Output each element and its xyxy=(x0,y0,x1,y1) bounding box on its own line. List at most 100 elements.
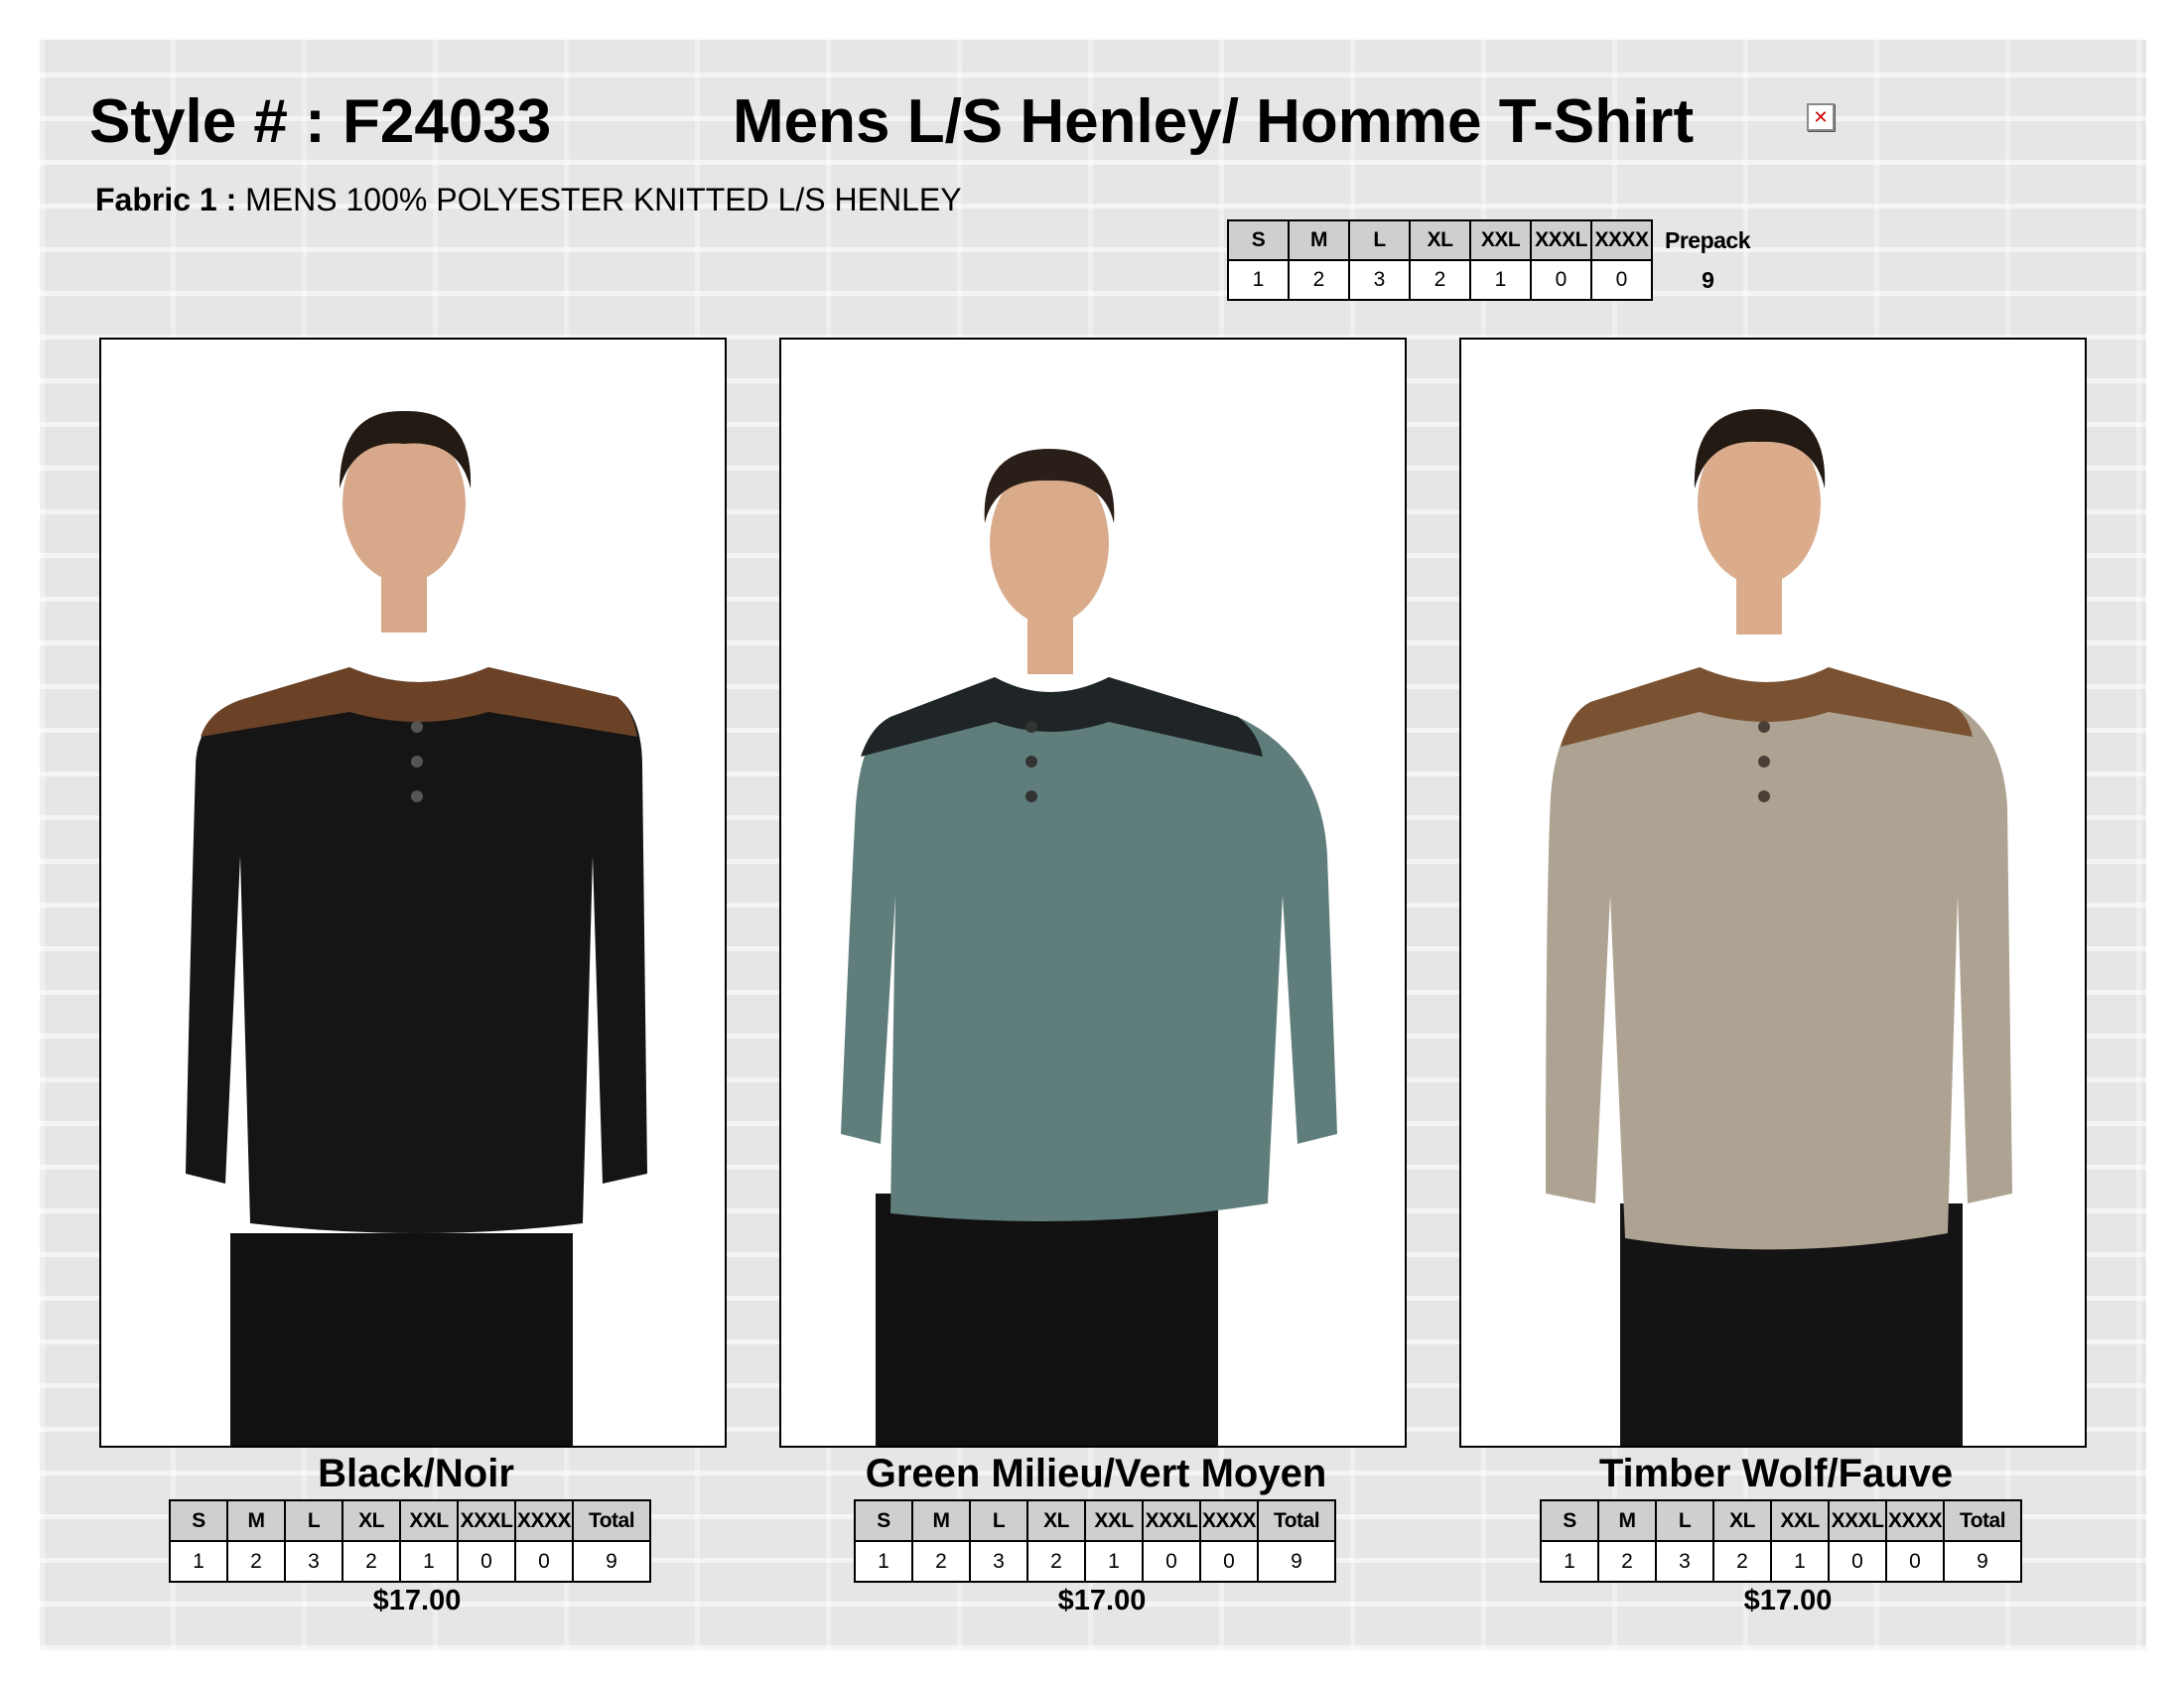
size-quantity: 2 xyxy=(226,1540,286,1583)
size-header: S xyxy=(1227,219,1290,261)
size-quantity: 2 xyxy=(341,1540,401,1583)
price: $17.00 xyxy=(1743,1585,1833,1617)
pants xyxy=(876,1194,1218,1446)
size-header: XXXL xyxy=(1530,219,1592,261)
model-illustration xyxy=(1546,409,2012,1446)
size-header: XXL xyxy=(1770,1499,1830,1542)
model-illustration xyxy=(186,410,647,1446)
button xyxy=(1758,790,1770,802)
size-quantity: 0 xyxy=(1590,259,1653,301)
size-header: L xyxy=(969,1499,1028,1542)
size-header-row: S M L XL XXL XXXL XXXX Total xyxy=(1540,1499,2022,1542)
size-table-black: S M L XL XXL XXXL XXXX Total 1 2 3 2 1 0… xyxy=(169,1499,651,1583)
fabric-value: MENS 100% POLYESTER KNITTED L/S HENLEY xyxy=(245,182,962,217)
size-header-row: S M L XL XXL XXXL XXXX Total xyxy=(169,1499,651,1542)
size-quantity: 1 xyxy=(399,1540,459,1583)
total-header: Total xyxy=(1257,1499,1336,1542)
size-header: XXXX xyxy=(514,1499,574,1542)
size-header: M xyxy=(1597,1499,1657,1542)
button xyxy=(411,756,423,768)
color-name: Green Milieu/Vert Moyen xyxy=(865,1452,1327,1495)
total-quantity: 9 xyxy=(1943,1540,2022,1583)
product-photo-timber-wolf xyxy=(1459,338,2087,1448)
total-quantity: 9 xyxy=(1257,1540,1336,1583)
size-quantity: 2 xyxy=(1026,1540,1086,1583)
size-quantity: 1 xyxy=(1227,259,1290,301)
size-quantity: 3 xyxy=(969,1540,1028,1583)
size-header: XXXX xyxy=(1885,1499,1945,1542)
prepack-label: Prepack xyxy=(1664,226,1751,253)
product-photo-green xyxy=(779,338,1407,1448)
size-header: XXL xyxy=(1084,1499,1144,1542)
fabric-line: Fabric 1 : MENS 100% POLYESTER KNITTED L… xyxy=(95,182,962,218)
size-table-green: S M L XL XXL XXXL XXXX Total 1 2 3 2 1 0… xyxy=(854,1499,1336,1583)
size-header: XXXL xyxy=(1142,1499,1201,1542)
size-quantity: 3 xyxy=(1655,1540,1714,1583)
total-quantity: 9 xyxy=(572,1540,651,1583)
size-header: XL xyxy=(1026,1499,1086,1542)
prepack-size-row: S M L XL XXL XXXL XXXX Prepack xyxy=(1227,219,1763,261)
size-quantity: 2 xyxy=(1409,259,1471,301)
size-table-timber-wolf: S M L XL XXL XXXL XXXX Total 1 2 3 2 1 0… xyxy=(1540,1499,2022,1583)
page-title: Mens L/S Henley/ Homme T-Shirt xyxy=(733,87,1695,156)
size-header: L xyxy=(284,1499,343,1542)
size-header: XL xyxy=(341,1499,401,1542)
size-quantity: 1 xyxy=(854,1540,913,1583)
shirt-body xyxy=(1546,667,2012,1250)
size-quantity-row: 1 2 3 2 1 0 0 9 xyxy=(1540,1540,2022,1583)
size-header-row: S M L XL XXL XXXL XXXX Total xyxy=(854,1499,1336,1542)
shirt-body xyxy=(186,667,647,1233)
model-illustration xyxy=(841,449,1337,1446)
size-header: XXL xyxy=(1469,219,1532,261)
size-quantity: 1 xyxy=(1469,259,1532,301)
size-quantity: 0 xyxy=(1885,1540,1945,1583)
size-quantity: 0 xyxy=(457,1540,516,1583)
color-name: Timber Wolf/Fauve xyxy=(1598,1452,1954,1495)
size-quantity: 0 xyxy=(1530,259,1592,301)
button xyxy=(411,721,423,733)
neck xyxy=(381,573,427,633)
size-header: S xyxy=(1540,1499,1599,1542)
style-number: Style # : F24033 xyxy=(89,87,552,156)
size-header: M xyxy=(226,1499,286,1542)
button xyxy=(1758,756,1770,768)
button xyxy=(1758,721,1770,733)
price: $17.00 xyxy=(1057,1585,1147,1617)
size-quantity: 2 xyxy=(911,1540,971,1583)
size-header: XXXX xyxy=(1590,219,1653,261)
size-quantity-row: 1 2 3 2 1 0 0 9 xyxy=(854,1540,1336,1583)
size-quantity-row: 1 2 3 2 1 0 0 9 xyxy=(169,1540,651,1583)
shirt-body xyxy=(841,677,1337,1221)
price: $17.00 xyxy=(372,1585,462,1617)
total-header: Total xyxy=(572,1499,651,1542)
neck xyxy=(1027,613,1073,674)
size-quantity: 3 xyxy=(284,1540,343,1583)
color-name: Black/Noir xyxy=(318,1452,514,1495)
size-quantity: 1 xyxy=(1770,1540,1830,1583)
size-quantity: 1 xyxy=(1084,1540,1144,1583)
size-quantity: 2 xyxy=(1288,259,1350,301)
size-header: L xyxy=(1655,1499,1714,1542)
size-header: XL xyxy=(1712,1499,1772,1542)
size-quantity: 0 xyxy=(514,1540,574,1583)
button xyxy=(1025,790,1037,802)
size-header: XXXL xyxy=(1828,1499,1887,1542)
button xyxy=(411,790,423,802)
prepack-total: 9 xyxy=(1702,266,1714,293)
size-quantity: 2 xyxy=(1597,1540,1657,1583)
size-header: XL xyxy=(1409,219,1471,261)
button xyxy=(1025,721,1037,733)
size-quantity: 0 xyxy=(1142,1540,1201,1583)
size-quantity: 2 xyxy=(1712,1540,1772,1583)
size-quantity: 1 xyxy=(1540,1540,1599,1583)
neck xyxy=(1736,575,1782,634)
size-header: S xyxy=(854,1499,913,1542)
size-quantity: 1 xyxy=(169,1540,228,1583)
pants xyxy=(230,1233,573,1446)
size-header: XXXX xyxy=(1199,1499,1259,1542)
size-quantity: 3 xyxy=(1348,259,1411,301)
fabric-label: Fabric 1 : xyxy=(95,182,237,217)
prepack-quantity-row: 1 2 3 2 1 0 0 9 xyxy=(1227,259,1763,301)
size-header: S xyxy=(169,1499,228,1542)
size-header: XXXL xyxy=(457,1499,516,1542)
